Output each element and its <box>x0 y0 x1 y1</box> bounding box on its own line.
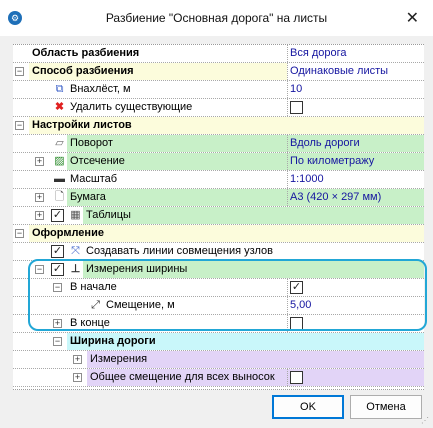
row-label: Способ разбиения <box>29 63 287 80</box>
collapse-icon[interactable]: − <box>35 265 44 274</box>
row-label: В конце <box>70 317 110 329</box>
row-label: Отсечение <box>67 153 287 170</box>
offset-icon: ⤢ <box>91 299 100 311</box>
cancel-button[interactable]: Отмена <box>350 395 422 419</box>
expand-icon[interactable]: + <box>35 157 44 166</box>
grid-row-at-end[interactable]: + В конце <box>13 315 424 333</box>
clipping-icon: ▨ <box>54 155 65 167</box>
grid-row-rotation[interactable]: ▱ Поворот Вдоль дороги <box>13 135 424 153</box>
ok-button[interactable]: OK <box>272 395 344 419</box>
grid-row-sheet-settings[interactable]: − Настройки листов <box>13 117 424 135</box>
collapse-icon[interactable]: − <box>53 283 62 292</box>
width-measurements-checkbox[interactable]: ✓ <box>51 263 64 276</box>
rotation-icon: ▱ <box>55 137 64 149</box>
expand-icon[interactable]: + <box>35 193 44 202</box>
at-end-checkbox[interactable] <box>290 317 303 330</box>
row-label: Бумага <box>67 189 287 206</box>
dialog-window: ⚙ Разбиение "Основная дорога" на листы ✕… <box>0 0 433 428</box>
grid-row-scale[interactable]: ▬ Масштаб 1:1000 <box>13 171 424 189</box>
alignment-lines-icon: ⤧ <box>71 245 80 257</box>
expand-icon[interactable]: + <box>73 373 82 382</box>
row-label: Создавать линии совмещения узлов <box>86 245 274 257</box>
rotation-value[interactable]: Вдоль дороги <box>287 135 424 152</box>
expand-icon[interactable]: + <box>73 355 82 364</box>
at-start-checkbox[interactable]: ✓ <box>290 281 303 294</box>
grid-row-at-start[interactable]: − В начале ✓ <box>13 279 424 297</box>
grid-row-design[interactable]: − Оформление <box>13 225 424 243</box>
delete-icon: ✖ <box>54 101 65 113</box>
area-value[interactable]: Вся дорога <box>287 45 424 62</box>
row-label: Смещение, м <box>106 299 175 311</box>
collapse-icon[interactable]: − <box>15 121 24 130</box>
row-label: Оформление <box>29 225 424 242</box>
expand-icon[interactable]: + <box>53 319 62 328</box>
window-title: Разбиение "Основная дорога" на листы <box>105 11 328 25</box>
dimension-icon: ⊥ <box>70 263 81 275</box>
common-offset-checkbox[interactable] <box>290 371 303 384</box>
grid-row-offset[interactable]: ⤢ Смещение, м 5,00 <box>13 297 424 315</box>
close-icon[interactable]: ✕ <box>406 8 419 28</box>
tables-checkbox[interactable]: ✓ <box>51 209 64 222</box>
row-label: Область разбиения <box>32 47 140 59</box>
grid-row-width-measurements[interactable]: − ✓ ⊥ Измерения ширины <box>13 261 424 279</box>
value-cell <box>287 99 424 116</box>
row-label: Масштаб <box>70 173 118 185</box>
resize-grip-icon[interactable]: ⋰ <box>421 416 431 426</box>
row-label: Измерения ширины <box>83 261 424 278</box>
method-value[interactable]: Одинаковые листы <box>287 63 424 80</box>
table-icon: ▦ <box>70 209 81 221</box>
grid-row-clipping[interactable]: + ▨ Отсечение По километражу <box>13 153 424 171</box>
grid-row-common-offset[interactable]: + Общее смещение для всех выносок <box>13 369 424 387</box>
delete-existing-checkbox[interactable] <box>290 101 303 114</box>
grid-row-method[interactable]: − Способ разбиения Одинаковые листы <box>13 63 424 81</box>
value-cell <box>287 369 424 386</box>
scale-value[interactable]: 1:1000 <box>287 171 424 188</box>
row-label: Таблицы <box>83 207 424 224</box>
row-label: Настройки листов <box>29 117 424 134</box>
paper-value[interactable]: А3 (420 × 297 мм) <box>287 189 424 206</box>
grid-row-tables[interactable]: + ✓ ▦ Таблицы <box>13 207 424 225</box>
alignment-lines-checkbox[interactable]: ✓ <box>51 245 64 258</box>
title-bar: ⚙ Разбиение "Основная дорога" на листы ✕ <box>0 0 433 36</box>
scale-ruler-icon: ▬ <box>54 173 65 185</box>
paper-icon: 🗋 <box>55 191 64 203</box>
grid-row-delete-existing[interactable]: ✖ Удалить существующие <box>13 99 424 117</box>
row-label: В начале <box>70 281 117 293</box>
grid-row-area[interactable]: Область разбиения Вся дорога <box>13 45 424 63</box>
property-grid: Область разбиения Вся дорога − Способ ра… <box>13 44 424 390</box>
grid-row-paper[interactable]: + 🗋 Бумага А3 (420 × 297 мм) <box>13 189 424 207</box>
collapse-icon[interactable]: − <box>53 337 62 346</box>
row-label: Общее смещение для всех выносок <box>87 369 287 386</box>
value-cell <box>287 315 424 332</box>
row-label: Ширина дороги <box>67 333 424 350</box>
expand-icon[interactable]: + <box>35 211 44 220</box>
value-cell: ✓ <box>287 279 424 296</box>
grid-row-overlap[interactable]: ⧉ Внахлёст, м 10 <box>13 81 424 99</box>
collapse-icon[interactable]: − <box>15 229 24 238</box>
app-logo-icon: ⚙ <box>8 11 22 25</box>
row-label: Удалить существующие <box>70 101 193 113</box>
grid-row-measurements[interactable]: + Измерения <box>13 351 424 369</box>
offset-value[interactable]: 5,00 <box>287 297 424 314</box>
overlap-icon: ⧉ <box>55 83 64 95</box>
row-label: Внахлёст, м <box>70 83 131 95</box>
clipping-value[interactable]: По километражу <box>287 153 424 170</box>
row-label: Поворот <box>67 135 287 152</box>
row-label: Измерения <box>87 351 424 368</box>
grid-row-road-width[interactable]: − Ширина дороги <box>13 333 424 351</box>
collapse-icon[interactable]: − <box>15 67 24 76</box>
grid-row-alignment-lines[interactable]: ✓ ⤧ Создавать линии совмещения узлов <box>13 243 424 261</box>
overlap-value[interactable]: 10 <box>287 81 424 98</box>
